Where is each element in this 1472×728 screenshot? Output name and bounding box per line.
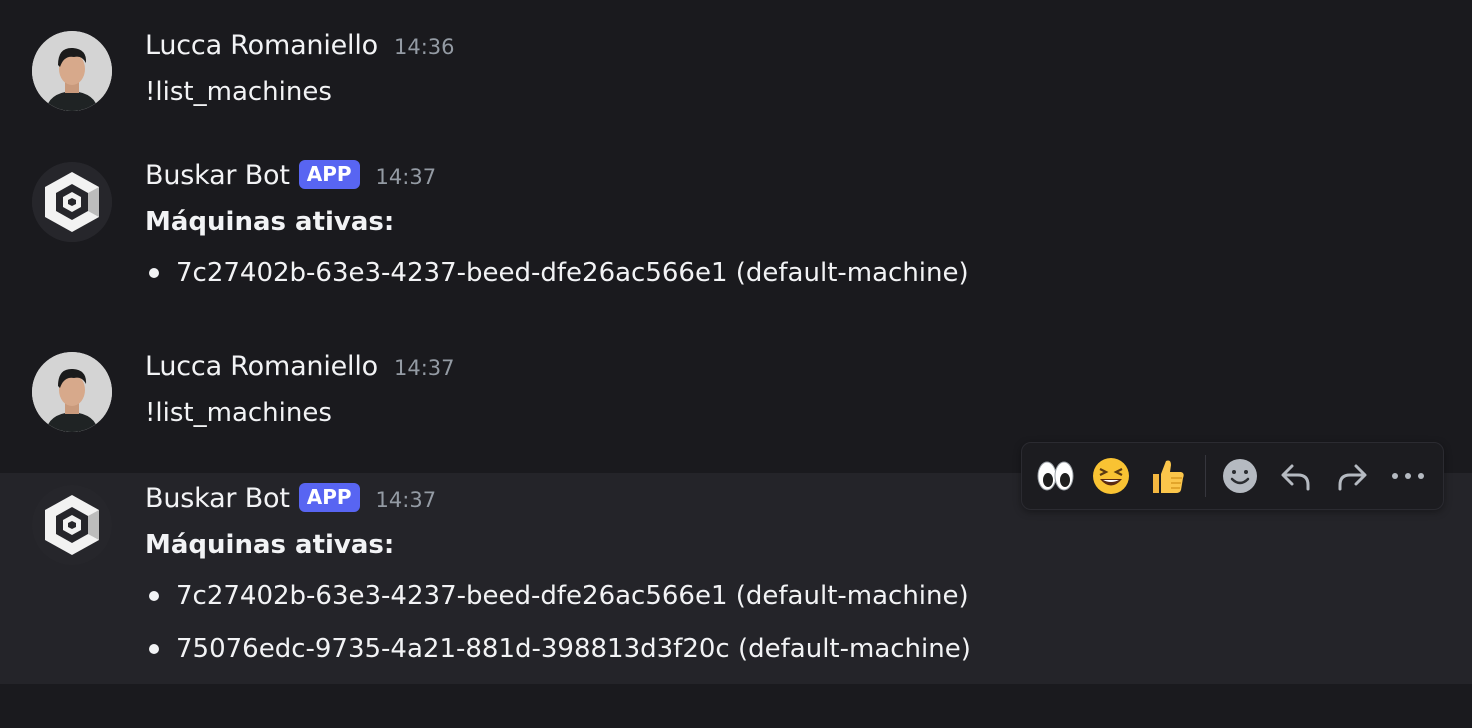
reaction-eyes-button[interactable]	[1035, 456, 1075, 496]
list-item: 7c27402b-63e3-4237-beed-dfe26ac566e1 (de…	[145, 258, 969, 288]
toolbar-divider	[1205, 455, 1206, 497]
app-badge: APP	[298, 483, 360, 512]
author-name[interactable]: Buskar Bot	[145, 160, 290, 191]
bullet-icon	[149, 644, 159, 654]
message-2[interactable]: Buskar Bot APP 14:37 Máquinas ativas: 7c…	[0, 150, 1472, 320]
reaction-laughing-button[interactable]	[1091, 456, 1131, 496]
message-heading: Máquinas ativas:	[145, 530, 395, 560]
bot-avatar[interactable]	[32, 485, 112, 565]
message-heading: Máquinas ativas:	[145, 207, 395, 237]
more-options-button[interactable]	[1388, 456, 1428, 496]
reply-icon	[1281, 464, 1310, 491]
author-name[interactable]: Buskar Bot	[145, 483, 290, 514]
user-avatar-image	[32, 352, 112, 432]
user-avatar[interactable]	[32, 31, 112, 111]
list-item-text: 75076edc-9735-4a21-881d-398813d3f20c (de…	[176, 634, 971, 664]
user-avatar[interactable]	[32, 352, 112, 432]
add-reaction-button[interactable]	[1220, 456, 1260, 496]
timestamp: 14:37	[375, 488, 437, 512]
message-text: !list_machines	[145, 398, 332, 428]
author-name[interactable]: Lucca Romaniello	[145, 30, 378, 61]
bullet-icon	[149, 268, 159, 278]
author-name[interactable]: Lucca Romaniello	[145, 351, 378, 382]
forward-button[interactable]	[1332, 456, 1372, 496]
more-icon	[1392, 473, 1424, 479]
timestamp: 14:37	[375, 165, 437, 189]
reply-button[interactable]	[1276, 456, 1316, 496]
user-avatar-image	[32, 31, 112, 111]
message-actions-toolbar	[1021, 442, 1444, 510]
message-1[interactable]: Lucca Romaniello 14:36 !list_machines	[0, 0, 1472, 130]
bullet-icon	[149, 591, 159, 601]
list-item-text: 7c27402b-63e3-4237-beed-dfe26ac566e1 (de…	[176, 581, 969, 611]
bot-avatar[interactable]	[32, 162, 112, 242]
list-item: 7c27402b-63e3-4237-beed-dfe26ac566e1 (de…	[145, 581, 969, 611]
reaction-thumbsup-button[interactable]	[1147, 456, 1187, 496]
list-item: 75076edc-9735-4a21-881d-398813d3f20c (de…	[145, 634, 971, 664]
forward-icon	[1338, 464, 1367, 491]
bot-hexagon-logo-icon	[32, 485, 112, 565]
laughing-emoji-icon	[1093, 458, 1129, 494]
add-reaction-icon	[1223, 459, 1257, 493]
list-item-text: 7c27402b-63e3-4237-beed-dfe26ac566e1 (de…	[176, 258, 969, 288]
app-badge: APP	[298, 160, 360, 189]
message-text: !list_machines	[145, 77, 332, 107]
timestamp: 14:37	[393, 356, 455, 380]
thumbs-up-emoji-icon	[1153, 460, 1184, 493]
bot-hexagon-logo-icon	[32, 162, 112, 242]
eyes-emoji-icon	[1037, 461, 1074, 491]
timestamp: 14:36	[393, 35, 455, 59]
